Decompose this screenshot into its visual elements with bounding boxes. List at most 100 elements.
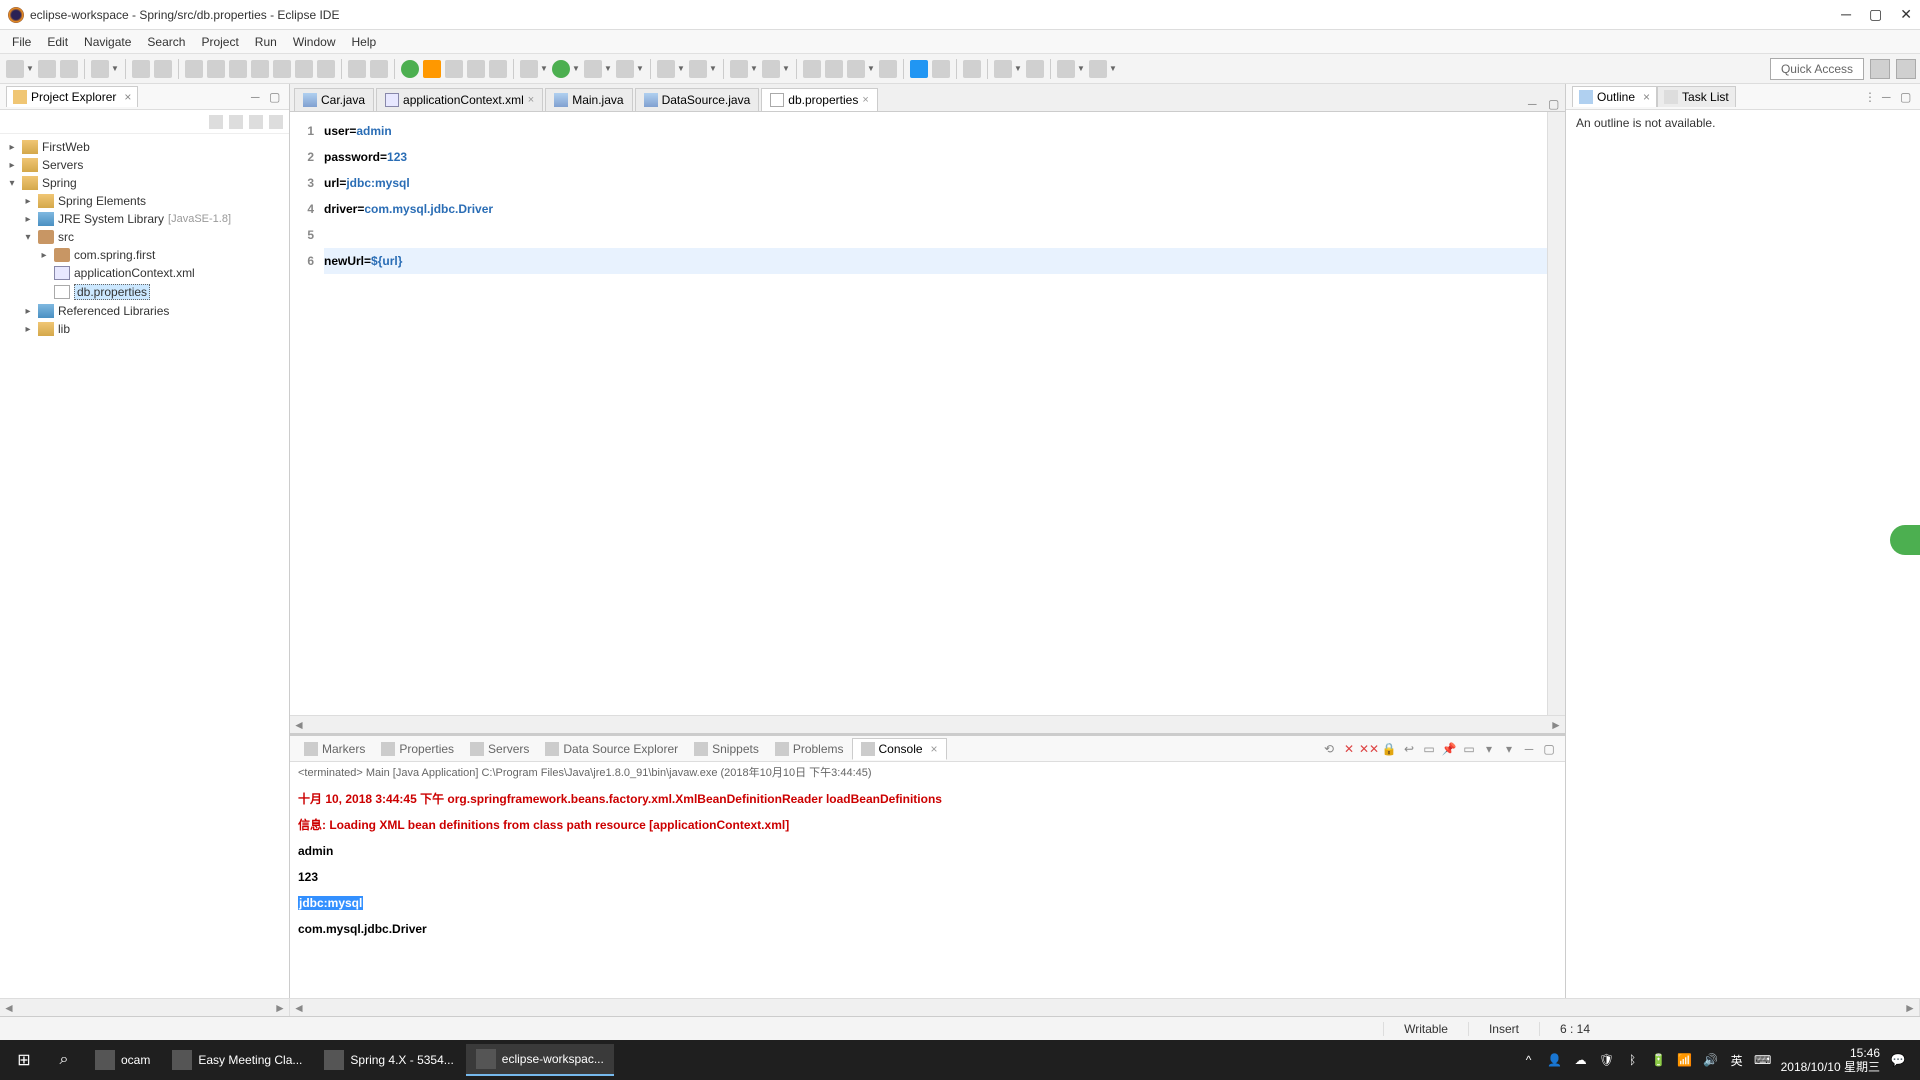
java-ee-perspective-button[interactable] <box>1896 59 1916 79</box>
forward-button[interactable] <box>1089 60 1107 78</box>
skip-button[interactable] <box>185 60 203 78</box>
console-line[interactable]: com.mysql.jdbc.Driver <box>298 916 1557 942</box>
step-return-button[interactable] <box>317 60 335 78</box>
terminate-relaunch-icon[interactable]: ⟲ <box>1321 741 1337 757</box>
close-icon[interactable]: × <box>528 94 534 106</box>
bottom-tab-data-source-explorer[interactable]: Data Source Explorer <box>537 739 686 759</box>
bottom-tab-servers[interactable]: Servers <box>462 739 537 759</box>
remove-all-icon[interactable]: ✕✕ <box>1361 741 1377 757</box>
disconnect-button[interactable] <box>251 60 269 78</box>
editor-tab[interactable]: Main.java <box>545 88 632 111</box>
bottom-tab-problems[interactable]: Problems <box>767 739 852 759</box>
bottom-tab-snippets[interactable]: Snippets <box>686 739 767 759</box>
focus-icon[interactable] <box>249 115 263 129</box>
close-icon[interactable]: × <box>931 742 938 756</box>
keyboard-icon[interactable]: ⌨ <box>1755 1052 1771 1068</box>
tree-node[interactable]: ▸com.spring.first <box>0 246 289 264</box>
menu-help[interactable]: Help <box>344 32 385 52</box>
pin-console-icon[interactable]: 📌 <box>1441 741 1457 757</box>
menu-edit[interactable]: Edit <box>39 32 76 52</box>
maximize-button[interactable]: ▢ <box>1869 6 1882 23</box>
outline-tab[interactable]: Outline × <box>1572 86 1657 107</box>
relaunch-button[interactable] <box>423 60 441 78</box>
publish-button[interactable] <box>489 60 507 78</box>
close-icon[interactable]: × <box>1643 90 1650 104</box>
pin-button[interactable] <box>963 60 981 78</box>
project-tree[interactable]: ▸FirstWeb▸Servers▾Spring▸Spring Elements… <box>0 134 289 998</box>
clock[interactable]: 15:46 2018/10/10 星期三 <box>1781 1046 1880 1074</box>
bluetooth-icon[interactable]: ᛒ <box>1625 1052 1641 1068</box>
menu-search[interactable]: Search <box>139 32 193 52</box>
new-class-button[interactable] <box>657 60 675 78</box>
expander-icon[interactable]: ▾ <box>6 178 18 189</box>
minimize-icon[interactable]: ─ <box>1521 741 1537 757</box>
expander-icon[interactable]: ▸ <box>22 324 34 335</box>
expander-icon[interactable]: ▸ <box>38 250 50 261</box>
run-last-button[interactable] <box>584 60 602 78</box>
drop-to-frame-button[interactable] <box>348 60 366 78</box>
step-into-button[interactable] <box>273 60 291 78</box>
step-filter-button[interactable] <box>370 60 388 78</box>
taskbar-item[interactable]: Easy Meeting Cla... <box>162 1044 312 1076</box>
server-button[interactable] <box>445 60 463 78</box>
battery-icon[interactable]: 🔋 <box>1651 1052 1667 1068</box>
console-line[interactable]: jdbc:mysql <box>298 890 1557 916</box>
start-button[interactable]: ⊞ <box>4 1040 44 1080</box>
bottom-tab-markers[interactable]: Markers <box>296 739 373 759</box>
code-line[interactable]: url=jdbc:mysql <box>324 170 1547 196</box>
pause-button[interactable] <box>207 60 225 78</box>
expander-icon[interactable]: ▸ <box>22 214 34 225</box>
horizontal-scroll-row[interactable]: ◄► ◄► <box>0 998 1920 1016</box>
console-line[interactable]: 十月 10, 2018 3:44:45 下午 org.springframewo… <box>298 786 1557 812</box>
show-console-icon[interactable]: ▭ <box>1421 741 1437 757</box>
debug-button[interactable] <box>520 60 538 78</box>
taskbar-item[interactable]: ocam <box>85 1044 160 1076</box>
new-console-icon[interactable]: ▾ <box>1501 741 1517 757</box>
stop-server-button[interactable] <box>467 60 485 78</box>
step-over-button[interactable] <box>295 60 313 78</box>
save-button[interactable] <box>38 60 56 78</box>
collapse-all-icon[interactable] <box>209 115 223 129</box>
tool-button[interactable] <box>154 60 172 78</box>
code-line[interactable]: user=admin <box>324 118 1547 144</box>
code-line[interactable]: password=123 <box>324 144 1547 170</box>
tree-node[interactable]: ▾Spring <box>0 174 289 192</box>
menu-navigate[interactable]: Navigate <box>76 32 139 52</box>
quick-access-input[interactable]: Quick Access <box>1770 58 1864 80</box>
menu-project[interactable]: Project <box>193 32 246 52</box>
search-button[interactable]: ⌕ <box>44 1040 84 1080</box>
maximize-icon[interactable]: ▢ <box>1541 741 1557 757</box>
scroll-lock-icon[interactable]: 🔒 <box>1381 741 1397 757</box>
console-line[interactable]: 信息: Loading XML bean definitions from cl… <box>298 812 1557 838</box>
save-all-button[interactable] <box>60 60 78 78</box>
view-menu-icon[interactable]: ⋮ <box>1864 90 1878 104</box>
tree-node[interactable]: ▸Spring Elements <box>0 192 289 210</box>
open-console-icon[interactable]: ▾ <box>1481 741 1497 757</box>
folder-up-button[interactable] <box>825 60 843 78</box>
system-tray[interactable]: ^ 👤 ☁ 🛡 ᛒ 🔋 📶 🔊 英 ⌨ 15:46 2018/10/10 星期三… <box>1511 1046 1916 1074</box>
onedrive-icon[interactable]: ☁ <box>1573 1052 1589 1068</box>
tree-node[interactable]: ▸JRE System Library[JavaSE-1.8] <box>0 210 289 228</box>
close-button[interactable]: ✕ <box>1900 6 1912 23</box>
expander-icon[interactable]: ▸ <box>22 196 34 207</box>
close-icon[interactable]: × <box>862 94 868 106</box>
editor-body[interactable]: 123456 user=adminpassword=123url=jdbc:my… <box>290 112 1565 715</box>
menu-window[interactable]: Window <box>285 32 344 52</box>
minimize-icon[interactable]: ─ <box>251 90 265 104</box>
open-task-button[interactable] <box>762 60 780 78</box>
maximize-icon[interactable]: ▢ <box>1548 97 1562 111</box>
code-line[interactable] <box>324 222 1547 248</box>
console-output[interactable]: 十月 10, 2018 3:44:45 下午 org.springframewo… <box>290 782 1565 998</box>
notifications-icon[interactable]: 💬 <box>1890 1052 1906 1068</box>
run-button[interactable] <box>552 60 570 78</box>
open-perspective-button[interactable] <box>1870 59 1890 79</box>
editor-horizontal-scrollbar[interactable]: ◄► <box>290 715 1565 733</box>
back-button[interactable] <box>1057 60 1075 78</box>
security-icon[interactable]: 🛡 <box>1599 1052 1615 1068</box>
new-package-button[interactable] <box>689 60 707 78</box>
tree-node[interactable]: db.properties <box>0 282 289 302</box>
volume-icon[interactable]: 🔊 <box>1703 1052 1719 1068</box>
tree-node[interactable]: ▸FirstWeb <box>0 138 289 156</box>
maximize-icon[interactable]: ▢ <box>269 90 283 104</box>
expander-icon[interactable]: ▾ <box>22 232 34 243</box>
